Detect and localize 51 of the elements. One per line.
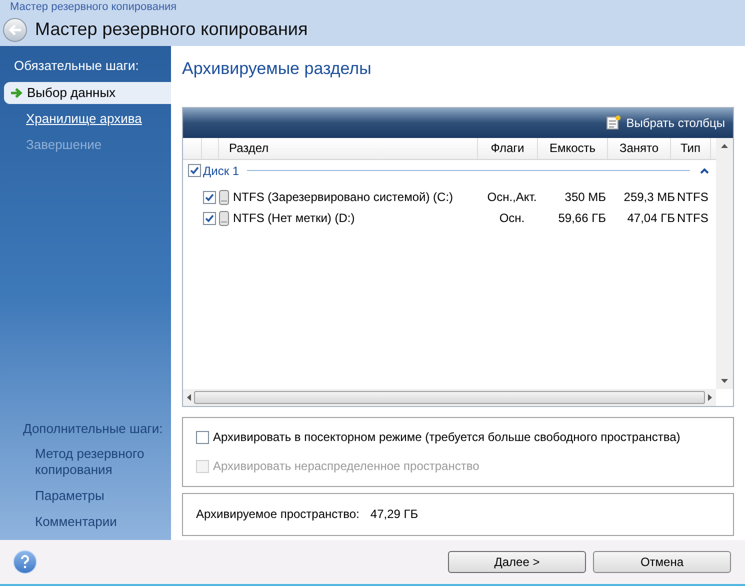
checkbox[interactable] [203,212,216,224]
sidebar-heading: Дополнительные шаги: [22,420,164,438]
scroll-left-icon [187,394,192,400]
table-cell-text: Осн.,Акт. [486,189,538,206]
summary-label: Архивируемое пространство: [196,506,360,523]
column-header[interactable]: Занято [608,138,671,158]
option-label: Архивировать нераспределенное пространство [213,458,480,475]
columns-icon [606,115,622,130]
disk-group-label[interactable]: Диск 1 [203,162,240,180]
scroll-right-icon [707,394,712,400]
next-button[interactable]: Далее > [448,551,586,573]
table-cell-text: NTFS [676,189,710,206]
checkbox[interactable] [203,190,216,204]
cancel-button[interactable]: Отмена [593,551,731,573]
sidebar-step[interactable]: Выбор данных [4,82,171,104]
page-title: Архивируемые разделы [182,58,372,80]
window-title: Мастер резервного копирования [35,18,308,41]
sidebar-step: Параметры [0,488,171,504]
table-cell-text: 59,66 ГБ [557,210,607,227]
window-caption: Мастер резервного копирования [10,1,177,13]
checkbox[interactable] [188,164,201,177]
option-label: Архивировать в посекторном режиме (требуется больше свободного пространства) [213,429,680,446]
sidebar-step: Метод резервного копирования [0,446,171,478]
column-header[interactable]: Тип [671,138,711,158]
arrow-icon [10,86,23,98]
table-cell-text: NTFS [676,210,710,227]
summary-value: 47,29 ГБ [370,506,418,523]
table-cell-text: NTFS (Нет метки) (D:) [233,210,356,227]
sidebar-step[interactable]: Хранилище архива [0,108,171,130]
horizontal-scrollbar[interactable] [183,388,716,406]
table-cell-text: NTFS (Зарезервировано системой) (C:) [233,189,454,206]
partition-row[interactable]: NTFS (Нет метки) (D:) Осн. 59,66 ГБ 47,04 ГБ NTFS [183,208,716,228]
sidebar-step: Комментарии [0,514,171,530]
table-cell-text: 259,3 МБ [622,189,675,206]
help-button[interactable] [13,550,37,574]
column-header[interactable]: Раздел [219,138,478,158]
column-header[interactable]: Флаги [478,138,538,158]
scroll-down-icon [721,378,728,382]
checkbox[interactable] [196,430,209,444]
table-cell-text: 350 МБ [564,189,607,206]
help-icon [20,555,30,569]
partition-row[interactable]: NTFS (Зарезервировано системой) (C:) Осн.,Акт. 350 МБ 259,3 МБ NTFS [183,186,716,208]
back-button[interactable] [3,18,27,42]
table-cell-text: Осн. [498,210,526,227]
back-arrow-icon [8,24,22,36]
column-header[interactable]: Емкость [538,138,608,158]
choose-columns-button[interactable]: Выбрать столбцы [606,114,725,132]
table-cell-text: 47,04 ГБ [626,210,675,227]
sidebar-heading: Обязательные шаги: [13,57,140,75]
scroll-up-icon [721,144,728,148]
vertical-scrollbar[interactable] [716,138,733,388]
